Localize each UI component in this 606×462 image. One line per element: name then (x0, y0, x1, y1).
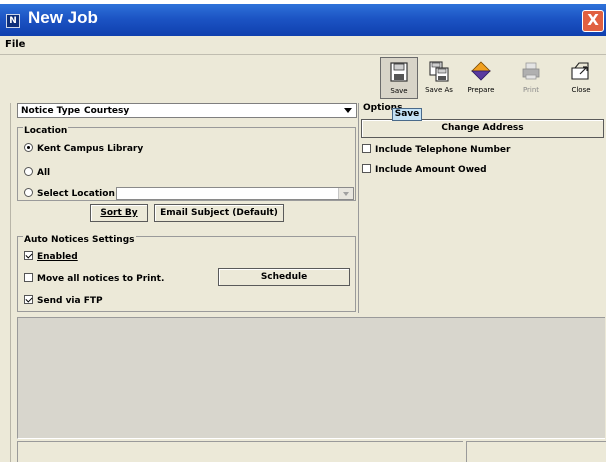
include-telephone-checkbox[interactable]: Include Telephone Number (362, 144, 510, 155)
new-job-window: N New Job X File Save Save As Prepare Pr… (0, 0, 606, 462)
close-job-button[interactable]: Close (562, 57, 600, 99)
job-window-icon: N (6, 14, 20, 28)
email-subject-label: Email Subject (Default) (160, 208, 278, 218)
close-folder-icon (571, 62, 589, 80)
email-subject-button[interactable]: Email Subject (Default) (154, 204, 284, 222)
print-icon (522, 62, 540, 80)
save-as-button[interactable]: Save As (420, 57, 458, 99)
select-location-dropdown[interactable] (116, 187, 354, 200)
left-divider (10, 103, 11, 462)
include-telephone-label: Include Telephone Number (375, 145, 511, 155)
prepare-icon (471, 61, 491, 81)
send-via-ftp-checkbox[interactable]: Send via FTP (24, 295, 103, 306)
change-address-label: Change Address (441, 123, 524, 133)
save-icon (390, 62, 408, 82)
radio-label: All (37, 168, 51, 178)
dropdown-arrow-icon (344, 108, 352, 113)
menu-bar: File (0, 36, 606, 55)
close-job-button-label: Close (571, 86, 591, 94)
dropdown-arrow-icon (338, 188, 353, 199)
include-amount-owed-label: Include Amount Owed (375, 165, 487, 175)
prepare-button-label: Prepare (467, 86, 495, 94)
notice-type-value: Courtesy (84, 106, 130, 116)
notice-type-select[interactable]: Notice Type Courtesy (17, 103, 357, 118)
print-button-label: Print (522, 86, 540, 94)
menu-file[interactable]: File (5, 39, 25, 50)
enabled-label: Enabled (37, 252, 78, 262)
background-strip (0, 0, 606, 4)
results-panel (17, 317, 605, 439)
status-bar-left (17, 441, 463, 462)
radio-unselected-icon (24, 167, 33, 176)
move-to-print-label: Move all notices to Print. (37, 274, 165, 284)
radio-all[interactable]: All (24, 167, 50, 178)
sort-by-button[interactable]: Sort By (90, 204, 148, 222)
checkbox-unchecked-icon (362, 144, 371, 153)
window-close-button[interactable]: X (582, 10, 604, 32)
checkbox-unchecked-icon (362, 164, 371, 173)
prepare-button[interactable]: Prepare (462, 57, 500, 99)
save-as-icon (429, 61, 449, 82)
radio-selected-icon (24, 143, 33, 152)
toolbar: Save Save As Prepare Print Close (0, 55, 606, 104)
title-bar[interactable]: N New Job X (0, 4, 606, 36)
radio-label: Kent Campus Library (37, 144, 144, 154)
notice-type-label: Notice Type (21, 106, 81, 116)
schedule-label: Schedule (260, 272, 308, 282)
checkbox-checked-icon (24, 251, 33, 260)
job-form: Notice Type Courtesy Location Kent Campu… (0, 103, 606, 462)
radio-select-location[interactable]: Select Location (24, 188, 115, 199)
enabled-checkbox[interactable]: Enabled (24, 251, 78, 262)
change-address-button[interactable]: Change Address (361, 119, 604, 138)
save-button[interactable]: Save (380, 57, 418, 99)
radio-kent-campus-library[interactable]: Kent Campus Library (24, 143, 143, 154)
sort-by-label: Sort By (100, 208, 138, 218)
radio-label: Select Location (37, 189, 115, 199)
print-button[interactable]: Print (512, 57, 550, 99)
schedule-button[interactable]: Schedule (218, 268, 350, 286)
send-via-ftp-label: Send via FTP (37, 296, 103, 306)
status-bar-right (466, 441, 606, 462)
window-title: New Job (28, 8, 98, 27)
auto-notices-group-title: Auto Notices Settings (23, 235, 136, 245)
checkbox-unchecked-icon (24, 273, 33, 282)
save-tooltip: Save (392, 108, 422, 121)
save-as-button-label: Save As (425, 86, 453, 94)
move-to-print-checkbox[interactable]: Move all notices to Print. (24, 273, 164, 284)
location-group-title: Location (23, 126, 69, 136)
include-amount-owed-checkbox[interactable]: Include Amount Owed (362, 164, 487, 175)
checkbox-checked-icon (24, 295, 33, 304)
save-button-label: Save (390, 87, 408, 95)
radio-unselected-icon (24, 188, 33, 197)
